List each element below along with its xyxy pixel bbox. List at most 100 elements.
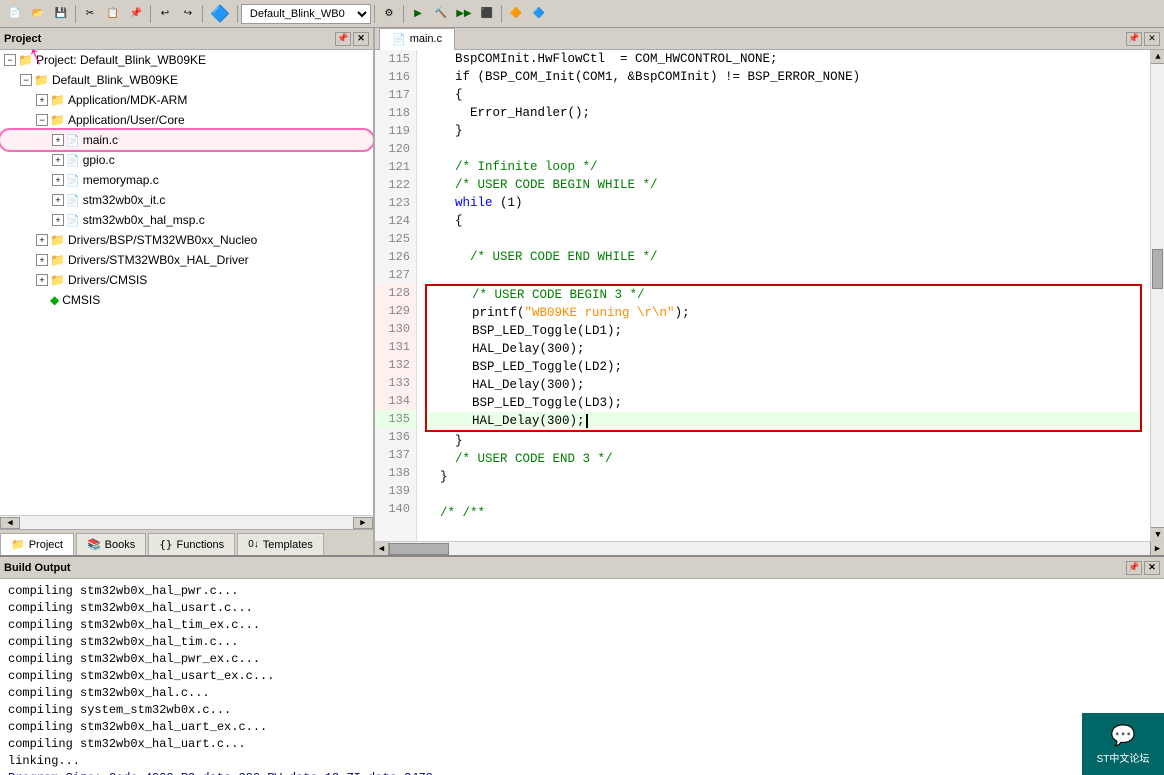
tree-mdk[interactable]: + 📁 Application/MDK-ARM [0,90,373,110]
new-file-btn[interactable]: 📄 [4,3,26,25]
vscroll-down-btn[interactable]: ▼ [1151,527,1164,541]
paste-btn[interactable]: 📌 [125,3,147,25]
code-line-137: /* USER CODE END 3 */ [425,450,1142,468]
editor-vscrollbar[interactable]: ▲ ▼ [1150,50,1164,541]
project-panel: Project 📌 ✕ − 📁 Project: Default_Blink_W… [0,28,375,555]
editor-tab-main-c[interactable]: 📄 main.c [379,28,455,50]
expand-memorymap-c[interactable]: + [52,174,64,186]
expand-user-core[interactable]: − [36,114,48,126]
expand-root[interactable]: − [4,54,16,66]
tree-hscrollbar[interactable]: ◀ ▶ [0,515,373,529]
build-output-content[interactable]: compiling stm32wb0x_hal_pwr.c... compili… [0,579,1164,775]
stop-btn[interactable]: ⬛ [476,3,498,25]
tree-memorymap-c[interactable]: + 📄 memorymap.c [0,170,373,190]
line-num-137: 137 [375,446,416,464]
user-core-folder-icon: 📁 [50,113,65,127]
build-line-9: compiling stm32wb0x_hal_uart.c... [8,736,1156,753]
line-num-134: 134 [375,392,416,410]
tree-hal-msp-c-label: stm32wb0x_hal_msp.c [83,213,205,227]
close-panel-icon[interactable]: ✕ [353,32,369,46]
expand-it-c[interactable]: + [52,194,64,206]
tree-hal-driver[interactable]: + 📁 Drivers/STM32WB0x_HAL_Driver [0,250,373,270]
content-area: Project 📌 ✕ − 📁 Project: Default_Blink_W… [0,28,1164,555]
hscroll-left-btn[interactable]: ◀ [375,542,389,555]
scroll-right-btn[interactable]: ▶ [353,517,373,529]
tab-books[interactable]: 📚 Books [76,533,146,555]
build-panel-title: Build Output [4,562,71,574]
editor-hscrollbar[interactable]: ◀ ▶ [375,541,1164,555]
code-line-133: HAL_Delay(300); [427,376,1140,394]
cursor-caret [586,414,588,428]
chip-btn[interactable]: 🔶 [505,3,527,25]
line-num-131: 131 [375,338,416,356]
hscroll-thumb[interactable] [389,543,449,555]
code-line-119: } [425,122,1142,140]
red-box-container: /* USER CODE BEGIN 3 */ printf("WB09KE r… [425,284,1142,432]
tree-bsp[interactable]: + 📁 Drivers/BSP/STM32WB0xx_Nucleo [0,230,373,250]
tree-mdk-label: Application/MDK-ARM [68,93,187,107]
bsp-folder-icon: 📁 [50,233,65,247]
save-btn[interactable]: 💾 [50,3,72,25]
build-close-icon[interactable]: ✕ [1144,561,1160,575]
tree-main-c[interactable]: + 📄 main.c [0,130,373,150]
tree-cmsis[interactable]: ◆ CMSIS [0,290,373,310]
tab-functions[interactable]: {} Functions [148,533,235,555]
code-editor-area[interactable]: 115 116 117 118 119 120 121 122 123 124 … [375,50,1164,541]
expand-bsp[interactable]: + [36,234,48,246]
build-pin-icon[interactable]: 📌 [1126,561,1142,575]
line-num-135: 135 [375,410,416,428]
code-content[interactable]: BspCOMInit.HwFlowCtl = COM_HWCONTROL_NON… [417,50,1150,541]
line-num-121: 121 [375,158,416,176]
tab-templates[interactable]: 0↓ Templates [237,533,324,555]
build-line-program-size: Program Size: Code=4992 RO-data=280 RW-d… [8,770,1156,775]
undo-btn[interactable]: ↩ [154,3,176,25]
tree-cmsis-folder-label: Drivers/CMSIS [68,273,147,287]
line-num-117: 117 [375,86,416,104]
hscroll-right-btn[interactable]: ▶ [1150,542,1164,555]
editor-close-icon[interactable]: ✕ [1144,32,1160,46]
expand-main-c[interactable]: + [52,134,64,146]
expand-cmsis-folder[interactable]: + [36,274,48,286]
cut-btn[interactable]: ✂ [79,3,101,25]
code-line-130: BSP_LED_Toggle(LD1); [427,322,1140,340]
tab-project[interactable]: 📁 Project [0,533,74,555]
code-line-135: HAL_Delay(300); [427,412,1140,430]
rebuild-btn[interactable]: 🔨 [430,3,452,25]
open-btn[interactable]: 📂 [27,3,49,25]
vscroll-up-btn[interactable]: ▲ [1151,50,1164,64]
flash-btn[interactable]: 🔷 [528,3,550,25]
tree-gpio-c[interactable]: + 📄 gpio.c [0,150,373,170]
editor-pin-icon[interactable]: 📌 [1126,32,1142,46]
tab-project-icon: 📁 [11,538,25,551]
config-dropdown[interactable]: Default_Blink_WB0 [241,4,371,24]
vscroll-thumb[interactable] [1152,249,1163,289]
editor-tab-label: main.c [410,33,442,45]
hscroll-track[interactable] [389,542,1150,555]
code-line-123: while (1) [425,194,1142,212]
tree-it-c[interactable]: + 📄 stm32wb0x_it.c [0,190,373,210]
expand-project[interactable]: − [20,74,32,86]
expand-mdk[interactable]: + [36,94,48,106]
tree-cmsis-folder[interactable]: + 📁 Drivers/CMSIS [0,270,373,290]
tree-root[interactable]: − 📁 Project: Default_Blink_WB09KE [0,50,373,70]
copy-btn[interactable]: 📋 [102,3,124,25]
settings-btn[interactable]: ⚙ [378,3,400,25]
vscroll-track[interactable] [1151,64,1164,527]
st-logo[interactable]: 💬 ST中文论坛 [1082,713,1164,775]
tree-user-core[interactable]: − 📁 Application/User/Core [0,110,373,130]
redo-btn[interactable]: ↪ [177,3,199,25]
line-num-125: 125 [375,230,416,248]
build-btn[interactable]: ▶ [407,3,429,25]
sep3 [202,5,203,23]
tree-hal-msp-c[interactable]: + 📄 stm32wb0x_hal_msp.c [0,210,373,230]
tree-project[interactable]: − 📁 Default_Blink_WB09KE [0,70,373,90]
scroll-left-btn[interactable]: ◀ [0,517,20,529]
pin-icon[interactable]: 📌 [335,32,351,46]
tree-root-label: Project: Default_Blink_WB09KE [36,53,206,67]
line-num-120: 120 [375,140,416,158]
expand-hal-msp-c[interactable]: + [52,214,64,226]
expand-gpio-c[interactable]: + [52,154,64,166]
build-line-0: compiling stm32wb0x_hal_pwr.c... [8,583,1156,600]
expand-hal-driver[interactable]: + [36,254,48,266]
debug-btn[interactable]: ▶▶ [453,3,475,25]
